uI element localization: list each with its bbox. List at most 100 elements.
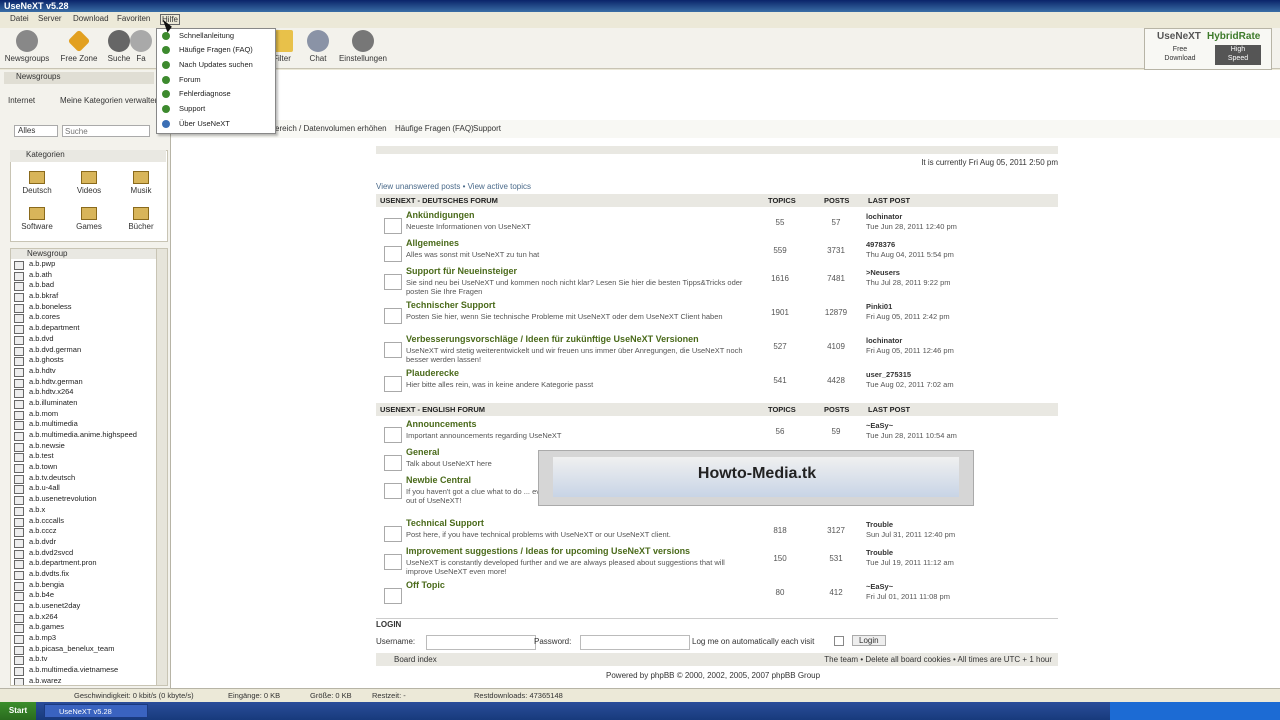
nav-faq-link[interactable]: Häufige Fragen (FAQ): [395, 124, 474, 133]
username-field[interactable]: [426, 635, 536, 650]
forum-title-link[interactable]: Off Topic: [406, 580, 445, 590]
newsgroup-item[interactable]: a.b.x264: [11, 612, 167, 623]
start-button[interactable]: Start: [0, 702, 36, 720]
forum-title-link[interactable]: Ankündigungen: [406, 210, 475, 220]
newsgroup-item[interactable]: a.b.dvd.german: [11, 345, 167, 356]
menu-item-faq[interactable]: Häufige Fragen (FAQ): [157, 43, 275, 57]
newsgroup-item[interactable]: a.b.b4e: [11, 590, 167, 601]
newsgroup-item[interactable]: a.b.x: [11, 505, 167, 516]
last-post-author[interactable]: user_275315: [866, 370, 911, 379]
high-speed-button[interactable]: High Speed: [1215, 45, 1261, 65]
menu-item-diagnosis[interactable]: Fehlerdiagnose: [157, 87, 275, 101]
menu-favoriten[interactable]: Favoriten: [117, 14, 150, 23]
forum-title-link[interactable]: Improvement suggestions / Ideas for upco…: [406, 546, 690, 556]
board-index-link[interactable]: Board index: [394, 655, 437, 664]
last-post-author[interactable]: lochinator: [866, 212, 902, 221]
forum-title-link[interactable]: Verbesserungsvorschläge / Ideen für zukü…: [406, 334, 699, 344]
forum-title-link[interactable]: Plauderecke: [406, 368, 459, 378]
newsgroup-item[interactable]: a.b.bkraf: [11, 291, 167, 302]
newsgroup-item[interactable]: a.b.multimedia.vietnamese: [11, 665, 167, 676]
newsgroup-item[interactable]: a.b.games: [11, 622, 167, 634]
category-select[interactable]: Alles: [14, 125, 58, 137]
password-field[interactable]: [580, 635, 690, 650]
newsgroup-item[interactable]: a.b.hdtv.german: [11, 377, 167, 388]
last-post-author[interactable]: Pinki01: [866, 302, 892, 311]
forum-title-link[interactable]: Allgemeines: [406, 238, 459, 248]
newsgroup-item[interactable]: a.b.multimedia.anime.highspeed: [11, 430, 167, 441]
newsgroup-item[interactable]: a.b.test: [11, 451, 167, 463]
last-post-author[interactable]: Trouble: [866, 548, 893, 557]
auto-login-checkbox[interactable]: [834, 636, 844, 646]
category-buecher[interactable]: Bücher: [121, 207, 161, 231]
newsgroup-item[interactable]: a.b.cores: [11, 312, 167, 324]
newsgroup-item[interactable]: a.b.tv: [11, 654, 167, 666]
forum-title-link[interactable]: General: [406, 447, 440, 457]
newsgroup-item[interactable]: a.b.dvd: [11, 334, 167, 345]
newsgroup-item[interactable]: a.b.cccalls: [11, 516, 167, 527]
newsgroup-item[interactable]: a.b.mp3: [11, 633, 167, 644]
newsgroup-item[interactable]: a.b.boneless: [11, 302, 167, 313]
menu-download[interactable]: Download: [73, 14, 109, 23]
newsgroup-item[interactable]: a.b.department.pron: [11, 558, 167, 569]
search-input[interactable]: [62, 125, 150, 137]
category-software[interactable]: Software: [17, 207, 57, 231]
last-post-author[interactable]: ~EaSy~: [866, 421, 893, 430]
last-post-author[interactable]: >Neusers: [866, 268, 900, 277]
newsgroup-item[interactable]: a.b.bengia: [11, 580, 167, 591]
menu-item-about[interactable]: Über UseNeXT: [157, 117, 275, 131]
forum-title-link[interactable]: Announcements: [406, 419, 477, 429]
newsgroup-item[interactable]: a.b.usenet2day: [11, 601, 167, 612]
forum-title-link[interactable]: Newbie Central: [406, 475, 471, 485]
login-button[interactable]: Login: [852, 635, 886, 646]
chat-button[interactable]: Chat: [298, 30, 338, 63]
last-post-author[interactable]: ~EaSy~: [866, 582, 893, 591]
forum-title-link[interactable]: Technischer Support: [406, 300, 495, 310]
newsgroup-item[interactable]: a.b.multimedia: [11, 419, 167, 430]
settings-button[interactable]: Einstellungen: [338, 30, 388, 63]
newsgroup-item[interactable]: a.b.newsie: [11, 441, 167, 452]
newsgroup-item[interactable]: a.b.dvdts.fix: [11, 569, 167, 580]
newsgroup-item[interactable]: a.b.ghosts: [11, 355, 167, 366]
menu-item-forum[interactable]: Forum: [157, 73, 275, 87]
forum-title-link[interactable]: Technical Support: [406, 518, 484, 528]
newsgroups-button[interactable]: Newsgroups: [2, 30, 52, 63]
footer-links[interactable]: The team • Delete all board cookies • Al…: [824, 655, 1052, 664]
newsgroups-tab[interactable]: Newsgroups: [4, 72, 154, 84]
newsgroup-scrollbar[interactable]: [156, 249, 167, 685]
view-links[interactable]: View unanswered posts • View active topi…: [376, 182, 531, 191]
favorites-button[interactable]: Fa: [126, 30, 156, 63]
forum-title-link[interactable]: Support für Neueinsteiger: [406, 266, 517, 276]
newsgroup-item[interactable]: a.b.mom: [11, 409, 167, 420]
nav-support-link[interactable]: Support: [473, 124, 501, 133]
category-musik[interactable]: Musik: [121, 171, 161, 195]
newsgroup-item[interactable]: a.b.bad: [11, 280, 167, 292]
category-videos[interactable]: Videos: [69, 171, 109, 195]
newsgroup-item[interactable]: a.b.ath: [11, 270, 167, 281]
manage-categories-link[interactable]: Meine Kategorien verwalten: [60, 96, 159, 105]
last-post-author[interactable]: Trouble: [866, 520, 893, 529]
newsgroup-item[interactable]: a.b.dvd2svcd: [11, 548, 167, 559]
newsgroup-item[interactable]: a.b.dvdr: [11, 537, 167, 548]
newsgroup-item[interactable]: a.b.picasa_benelux_team: [11, 644, 167, 655]
menu-item-support[interactable]: Support: [157, 102, 275, 116]
newsgroup-item[interactable]: a.b.town: [11, 462, 167, 473]
newsgroup-item[interactable]: a.b.pwp: [11, 259, 167, 270]
last-post-author[interactable]: lochinator: [866, 336, 902, 345]
newsgroup-item[interactable]: a.b.warez: [11, 676, 167, 685]
menu-server[interactable]: Server: [38, 14, 62, 23]
free-download-button[interactable]: Free Download: [1157, 45, 1203, 65]
last-post-author[interactable]: 4978376: [866, 240, 895, 249]
newsgroup-item[interactable]: a.b.cccz: [11, 526, 167, 537]
internet-filter[interactable]: Internet: [8, 96, 35, 105]
newsgroup-item[interactable]: a.b.hdtv: [11, 366, 167, 377]
taskbar-item-usenext[interactable]: UseNeXT v5.28: [44, 704, 148, 718]
newsgroup-item[interactable]: a.b.usenetrevolution: [11, 494, 167, 505]
newsgroup-item[interactable]: a.b.tv.deutsch: [11, 473, 167, 484]
category-deutsch[interactable]: Deutsch: [17, 171, 57, 195]
newsgroup-item[interactable]: a.b.hdtv.x264: [11, 387, 167, 398]
newsgroup-item[interactable]: a.b.department: [11, 323, 167, 334]
menu-item-quickstart[interactable]: Schnellanleitung: [157, 29, 275, 43]
category-games[interactable]: Games: [69, 207, 109, 231]
newsgroup-item[interactable]: a.b.illuminaten: [11, 398, 167, 409]
menu-item-updates[interactable]: Nach Updates suchen: [157, 58, 275, 72]
